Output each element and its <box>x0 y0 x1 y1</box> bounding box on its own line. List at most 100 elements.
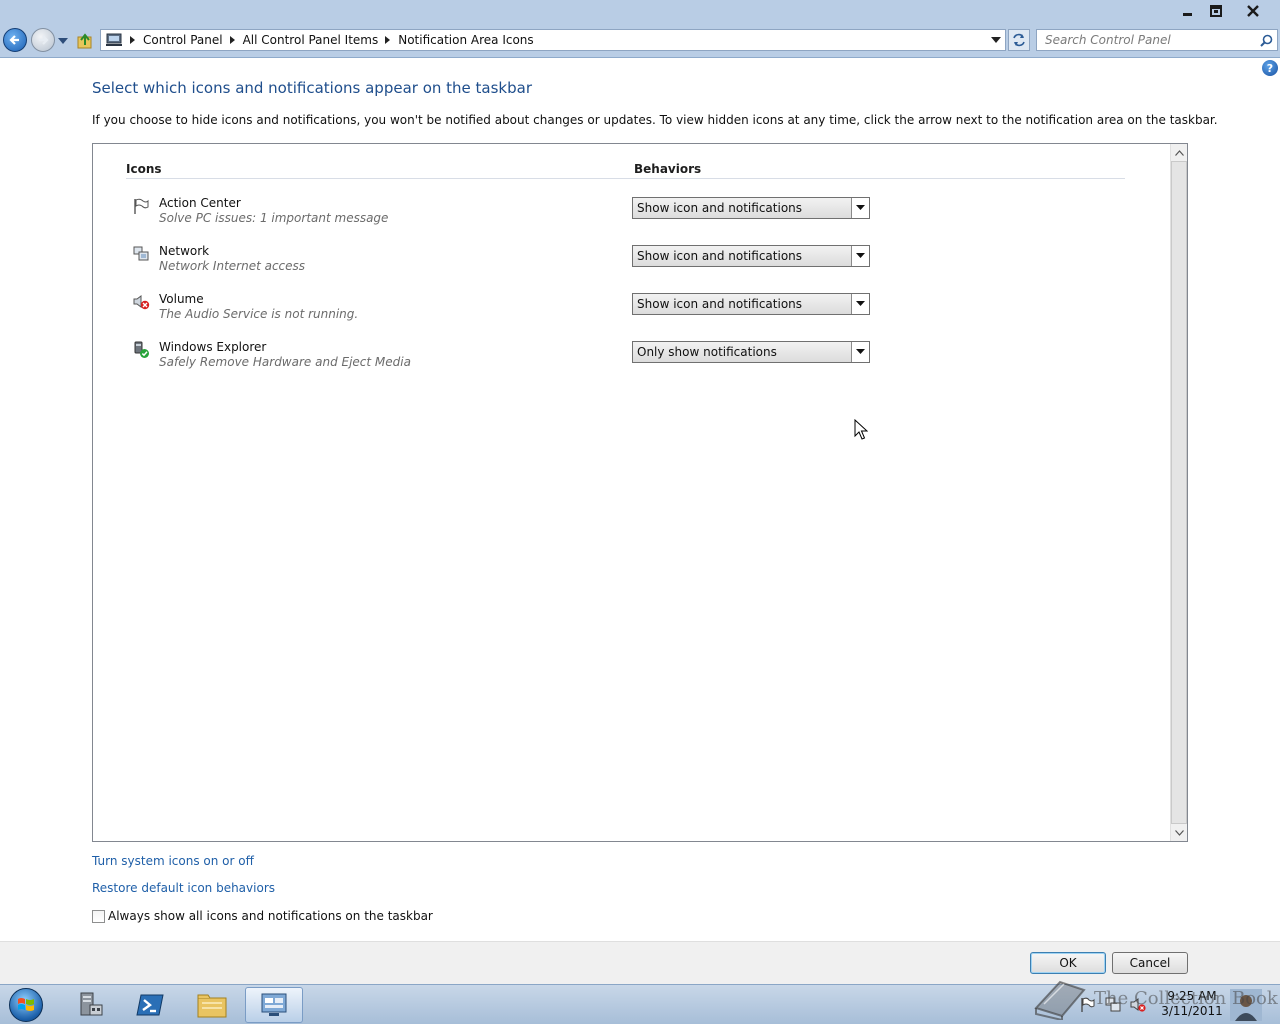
behavior-value: Show icon and notifications <box>637 201 803 215</box>
arrow-right-icon <box>39 35 49 45</box>
minimize-icon <box>1183 13 1192 16</box>
minimize-button[interactable] <box>1174 0 1202 22</box>
icon-row-volume: Volume The Audio Service is not running.… <box>126 291 886 331</box>
icons-list-panel: Icons Behaviors Action Center Solve PC i… <box>92 143 1188 842</box>
recent-pages-dropdown-icon[interactable] <box>57 36 69 46</box>
folder-icon <box>197 994 227 1018</box>
windows-logo-icon <box>9 988 43 1022</box>
icon-row-windows-explorer: Windows Explorer Safely Remove Hardware … <box>126 339 886 379</box>
dropdown-button[interactable] <box>851 198 869 218</box>
search-icon[interactable] <box>1260 34 1273 47</box>
icon-row-action-center: Action Center Solve PC issues: 1 importa… <box>126 195 886 235</box>
breadcrumb-all-control-panel-items[interactable]: All Control Panel Items <box>243 33 379 47</box>
control-panel-icon <box>261 993 287 1016</box>
restore-icon <box>1210 5 1222 17</box>
behavior-dropdown[interactable]: Show icon and notifications <box>632 245 870 267</box>
dropdown-button[interactable] <box>851 294 869 314</box>
flag-icon <box>134 198 149 214</box>
turn-system-icons-link[interactable]: Turn system icons on or off <box>92 854 254 868</box>
cancel-button[interactable]: Cancel <box>1112 952 1188 974</box>
address-history-dropdown-icon[interactable] <box>991 36 1001 44</box>
notification-area <box>1080 995 1155 1015</box>
column-header-icons: Icons <box>126 162 162 176</box>
powershell-icon <box>136 994 164 1016</box>
clock-time: 9:25 AM <box>1167 989 1217 1003</box>
restore-default-behaviors-link[interactable]: Restore default icon behaviors <box>92 881 275 895</box>
icon-name: Action Center <box>159 196 241 210</box>
taskbar-control-panel[interactable] <box>245 987 303 1023</box>
volume-muted-icon <box>133 295 150 310</box>
icon-status: Network Internet access <box>159 259 306 273</box>
chevron-down-icon <box>856 205 865 210</box>
back-button[interactable] <box>3 28 27 52</box>
chevron-up-icon <box>1175 149 1184 156</box>
safely-remove-hardware-icon <box>134 341 149 358</box>
breadcrumb-control-panel[interactable]: Control Panel <box>143 33 223 47</box>
volume-muted-icon[interactable] <box>1130 997 1146 1013</box>
dropdown-button[interactable] <box>851 342 869 362</box>
forward-button[interactable] <box>31 28 55 52</box>
icon-status: Solve PC issues: 1 important message <box>159 211 389 225</box>
chevron-right-icon <box>229 36 235 44</box>
close-button[interactable] <box>1239 0 1267 22</box>
always-show-all-label[interactable]: Always show all icons and notifications … <box>108 909 433 923</box>
close-icon <box>1247 5 1259 17</box>
computer-icon <box>106 33 122 46</box>
chevron-down-icon <box>856 253 865 258</box>
icon-name: Volume <box>159 292 204 306</box>
icon-name: Network <box>159 244 210 258</box>
flag-icon[interactable] <box>1080 997 1096 1013</box>
icon-status: Safely Remove Hardware and Eject Media <box>159 355 411 369</box>
scroll-up-button[interactable] <box>1171 144 1188 161</box>
search-box[interactable] <box>1036 29 1278 51</box>
icon-status: The Audio Service is not running. <box>159 307 359 321</box>
dropdown-button[interactable] <box>851 246 869 266</box>
column-header-behaviors: Behaviors <box>634 162 702 176</box>
navigation-bar: Control Panel All Control Panel Items No… <box>0 24 1280 58</box>
chevron-right-icon <box>130 36 135 44</box>
dialog-button-bar: OK Cancel <box>0 941 1280 984</box>
behavior-value: Show icon and notifications <box>637 249 803 263</box>
behavior-value: Only show notifications <box>637 345 777 359</box>
behavior-dropdown[interactable]: Only show notifications <box>632 341 870 363</box>
taskbar: 9:25 AM 3/11/2011 <box>0 984 1280 1024</box>
breadcrumb-notification-area-icons[interactable]: Notification Area Icons <box>398 33 533 47</box>
network-icon <box>133 246 149 261</box>
always-show-all-checkbox[interactable] <box>92 909 105 923</box>
network-icon[interactable] <box>1105 997 1121 1013</box>
scroll-down-button[interactable] <box>1171 824 1188 841</box>
start-button[interactable] <box>4 986 48 1024</box>
help-button[interactable]: ? <box>1262 60 1278 76</box>
chevron-right-icon <box>385 36 391 44</box>
behavior-value: Show icon and notifications <box>637 297 803 311</box>
title-bar <box>0 0 1280 24</box>
taskbar-clock[interactable]: 9:25 AM 3/11/2011 <box>1160 989 1224 1019</box>
vertical-scrollbar[interactable] <box>1170 144 1187 841</box>
taskbar-server-manager[interactable] <box>61 987 119 1023</box>
header-divider <box>126 178 1125 179</box>
help-icon: ? <box>1266 61 1274 75</box>
ok-button[interactable]: OK <box>1030 952 1106 974</box>
server-manager-icon <box>80 992 103 1016</box>
page-title: Select which icons and notifications app… <box>92 79 532 97</box>
scroll-track[interactable] <box>1171 161 1187 824</box>
chevron-down-icon <box>1175 829 1184 836</box>
up-folder-icon[interactable] <box>76 32 94 50</box>
taskbar-powershell[interactable] <box>121 987 179 1023</box>
arrow-left-icon <box>9 35 19 45</box>
address-bar[interactable]: Control Panel All Control Panel Items No… <box>100 29 1006 51</box>
chevron-down-icon <box>856 349 865 354</box>
refresh-icon <box>1013 33 1025 47</box>
chevron-down-icon <box>856 301 865 306</box>
user-avatar-icon <box>1230 989 1262 1021</box>
always-show-all-option[interactable]: Always show all icons and notifications … <box>92 909 433 923</box>
refresh-button[interactable] <box>1008 29 1030 51</box>
icon-row-network: Network Network Internet access Show ico… <box>126 243 886 283</box>
page-description: If you choose to hide icons and notifica… <box>92 113 1218 127</box>
behavior-dropdown[interactable]: Show icon and notifications <box>632 197 870 219</box>
search-input[interactable] <box>1037 30 1257 50</box>
taskbar-windows-explorer[interactable] <box>183 987 241 1023</box>
icon-name: Windows Explorer <box>159 340 267 354</box>
behavior-dropdown[interactable]: Show icon and notifications <box>632 293 870 315</box>
restore-button[interactable] <box>1202 0 1230 22</box>
